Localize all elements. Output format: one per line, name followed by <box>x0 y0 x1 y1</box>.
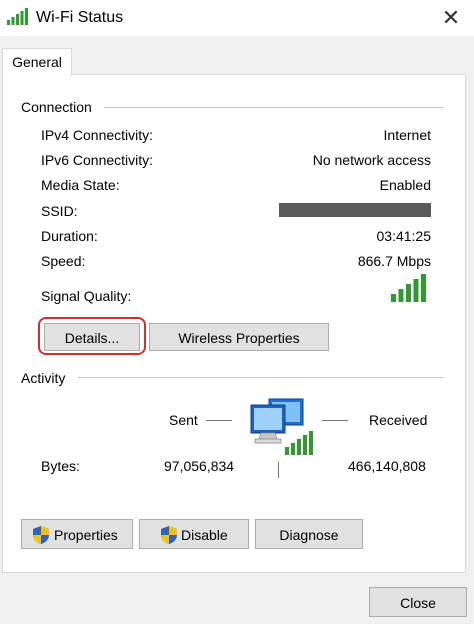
diagnose-button[interactable]: Diagnose <box>255 519 363 549</box>
properties-label: Properties <box>54 527 118 543</box>
sent-label: Sent <box>169 412 198 428</box>
ipv4-value: Internet <box>383 127 431 143</box>
signal-strength-icon <box>391 274 426 302</box>
speed-value: 866.7 Mbps <box>357 253 431 269</box>
shield-icon <box>161 526 177 544</box>
activity-divider <box>78 377 444 378</box>
window-title: Wi-Fi Status <box>36 9 124 26</box>
ipv6-value: No network access <box>312 152 431 168</box>
shield-icon <box>33 526 49 544</box>
ssid-label: SSID: <box>41 203 78 219</box>
speed-label: Speed: <box>41 253 86 269</box>
bytes-received-value: 466,140,808 <box>348 458 426 474</box>
tab-general[interactable]: General <box>2 48 72 76</box>
disable-label: Disable <box>181 527 228 543</box>
signal-quality-label: Signal Quality: <box>41 288 132 304</box>
wireless-properties-button[interactable]: Wireless Properties <box>149 323 329 351</box>
bytes-label: Bytes: <box>41 458 80 474</box>
duration-value: 03:41:25 <box>376 228 432 244</box>
connection-divider <box>104 107 444 108</box>
properties-button[interactable]: Properties <box>21 519 133 549</box>
connection-heading: Connection <box>21 99 96 115</box>
media-state-label: Media State: <box>41 177 120 193</box>
received-label: Received <box>369 412 428 428</box>
network-computers-icon <box>250 398 313 455</box>
close-button[interactable]: Close <box>369 587 467 617</box>
received-connector <box>322 420 348 421</box>
sent-connector <box>206 420 232 421</box>
disable-button[interactable]: Disable <box>139 519 249 549</box>
ipv4-label: IPv4 Connectivity: <box>41 127 154 143</box>
title-bar: Wi-Fi Status ✕ <box>0 0 474 36</box>
bytes-sent-value: 97,056,834 <box>164 458 235 474</box>
bytes-separator <box>278 462 279 478</box>
wifi-signal-icon <box>7 8 28 25</box>
media-state-value: Enabled <box>379 177 431 193</box>
activity-heading: Activity <box>21 370 70 386</box>
duration-label: Duration: <box>41 228 98 244</box>
details-button[interactable]: Details... <box>44 323 140 351</box>
ssid-redacted-bar <box>279 203 431 217</box>
ipv6-label: IPv6 Connectivity: <box>41 152 154 168</box>
close-icon[interactable]: ✕ <box>436 4 466 32</box>
